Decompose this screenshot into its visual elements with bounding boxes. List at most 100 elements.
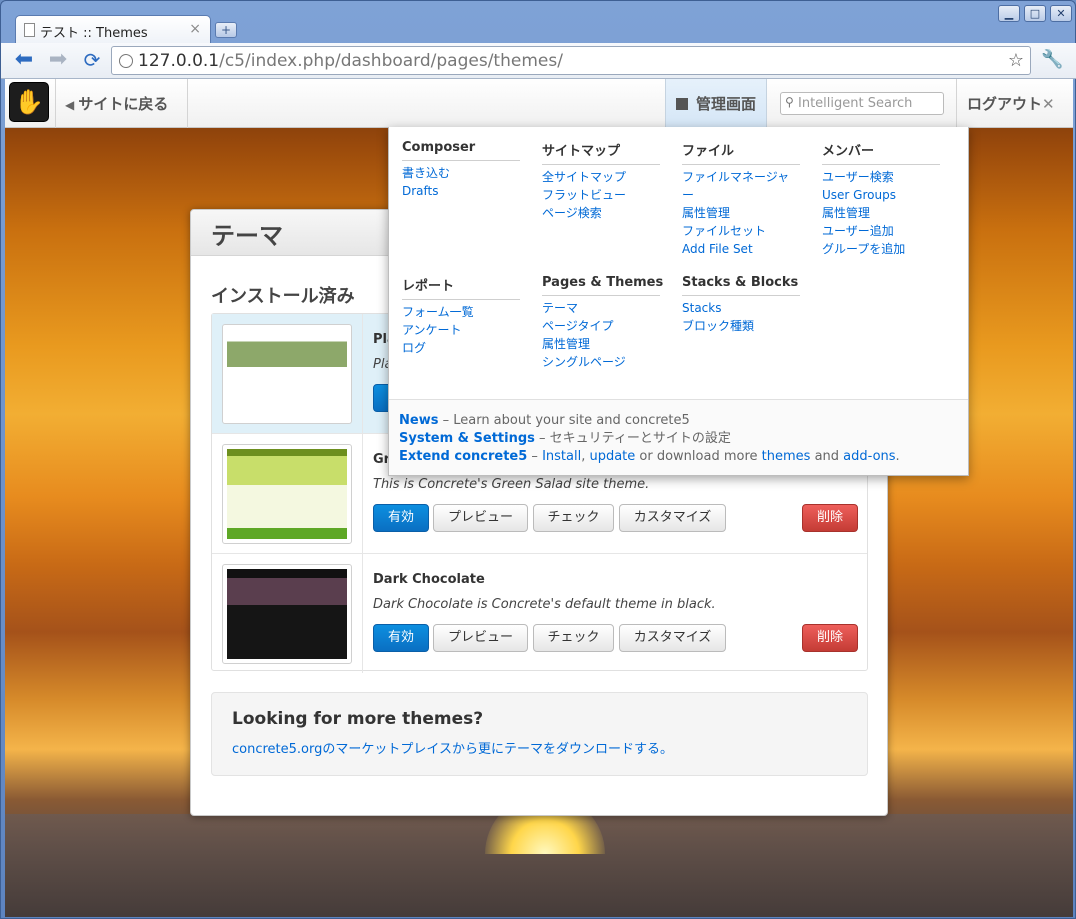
address-bar[interactable]: 127.0.0.1/c5/index.php/dashboard/pages/t… [111, 46, 1031, 75]
menu-group-composer: Composer 書き込む Drafts [402, 140, 520, 200]
remove-button[interactable]: 削除 [802, 504, 858, 532]
menu-item[interactable]: ページタイプ [542, 317, 660, 335]
close-window-button[interactable]: ✕ [1050, 5, 1072, 22]
intelligent-search-input[interactable]: ⚲ Intelligent Search [780, 92, 944, 115]
system-text: – セキュリティーとサイトの設定 [534, 431, 731, 446]
reload-icon[interactable]: ⟳ [79, 49, 105, 73]
inspect-button[interactable]: チェック [533, 504, 614, 532]
concrete5-toolbar: ✋ ◀ サイトに戻る 管理画面 ⚲ Intelligent Search ログア… [5, 79, 1073, 128]
menu-item[interactable]: ユーザー追加 [822, 222, 940, 240]
themes-link[interactable]: themes [762, 449, 811, 464]
inspect-button[interactable]: チェック [533, 624, 614, 652]
menu-item[interactable]: シングルページ [542, 353, 660, 371]
menu-item[interactable]: ページ検索 [542, 204, 660, 222]
close-icon: ✕ [1042, 95, 1055, 113]
menu-group-title: メンバー [822, 140, 940, 165]
concrete5-logo-icon[interactable]: ✋ [9, 82, 49, 122]
browser-tab[interactable]: テスト :: Themes × [15, 15, 211, 45]
menu-group-stacks-blocks: Stacks & Blocks Stacks ブロック種類 [682, 275, 800, 335]
menu-group-title: Pages & Themes [542, 275, 663, 296]
tab-title: テスト :: Themes [40, 26, 148, 41]
menu-item[interactable]: ファイルセット [682, 222, 800, 240]
preview-button[interactable]: プレビュー [433, 624, 528, 652]
extend-link[interactable]: Extend concrete5 [399, 449, 527, 464]
menu-group-reports: レポート フォーム一覧 アンケート ログ [402, 275, 520, 357]
menu-item[interactable]: Add File Set [682, 240, 800, 258]
menu-item[interactable]: Stacks [682, 299, 800, 317]
menu-group-title: Composer [402, 140, 520, 161]
menu-group-files: ファイル ファイルマネージャ ー 属性管理 ファイルセット Add File S… [682, 140, 800, 258]
customize-button[interactable]: カスタマイズ [619, 624, 726, 652]
wrench-icon[interactable]: 🔧 [1041, 49, 1063, 70]
thumbnail-cell [212, 434, 363, 553]
menu-item[interactable]: フォーム一覧 [402, 303, 520, 321]
back-label: サイトに戻る [78, 95, 169, 113]
new-tab-button[interactable]: + [215, 22, 237, 38]
thumbnail-cell [212, 554, 363, 673]
page-viewport: ✋ ◀ サイトに戻る 管理画面 ⚲ Intelligent Search ログア… [5, 79, 1073, 917]
logout-link[interactable]: ログアウト✕ [967, 93, 1055, 114]
back-arrow-icon[interactable]: ⬅ [11, 49, 37, 73]
thumbnail-cell [212, 314, 363, 433]
theme-row: Dark Chocolate Dark Chocolate is Concret… [212, 554, 867, 674]
menu-item[interactable]: 属性管理 [542, 335, 660, 353]
divider [956, 79, 957, 128]
menu-item[interactable]: ファイルマネージャ [682, 168, 800, 186]
extend-line: Extend concrete5 – Install, update or do… [399, 448, 968, 466]
system-line: System & Settings – セキュリティーとサイトの設定 [399, 430, 968, 448]
addons-link[interactable]: add-ons [843, 449, 895, 464]
divider [187, 79, 188, 128]
menu-item[interactable]: 書き込む [402, 164, 520, 182]
menu-item[interactable]: 全サイトマップ [542, 168, 660, 186]
minimize-button[interactable]: ▁ [998, 5, 1020, 22]
menu-item[interactable]: フラットビュー [542, 186, 660, 204]
activate-button[interactable]: 有効 [373, 504, 429, 532]
theme-thumbnail[interactable] [222, 324, 352, 424]
theme-thumbnail[interactable] [222, 444, 352, 544]
menu-item[interactable]: グループを追加 [822, 240, 940, 258]
back-to-site-link[interactable]: ◀ サイトに戻る [65, 93, 168, 114]
more-themes-box: Looking for more themes? concrete5.orgのマ… [211, 692, 868, 776]
menu-group-title: レポート [402, 275, 520, 300]
news-text: – Learn about your site and concrete5 [438, 413, 690, 428]
maximize-button[interactable]: □ [1024, 5, 1046, 22]
dashboard-button[interactable]: 管理画面 [665, 79, 767, 127]
customize-button[interactable]: カスタマイズ [619, 504, 726, 532]
menu-item[interactable]: ー [682, 186, 800, 204]
remove-button[interactable]: 削除 [802, 624, 858, 652]
menu-item[interactable]: 属性管理 [682, 204, 800, 222]
menu-item[interactable]: Drafts [402, 182, 520, 200]
browser-window: テスト :: Themes × + ▁ □ ✕ ⬅ ➡ ⟳ 127.0.0.1/… [0, 0, 1076, 919]
url-path: /c5/index.php/dashboard/pages/themes/ [219, 51, 563, 71]
menu-item[interactable]: ログ [402, 339, 520, 357]
menu-item[interactable]: 属性管理 [822, 204, 940, 222]
theme-thumbnail[interactable] [222, 564, 352, 664]
update-link[interactable]: update [589, 449, 635, 464]
menu-item[interactable]: ユーザー検索 [822, 168, 940, 186]
dark-chocolate-preview [227, 569, 347, 659]
grid-icon [676, 98, 688, 110]
system-settings-link[interactable]: System & Settings [399, 431, 535, 446]
theme-description: This is Concrete's Green Salad site them… [373, 477, 650, 492]
more-themes-heading: Looking for more themes? [232, 709, 484, 729]
menu-item[interactable]: テーマ [542, 299, 660, 317]
activate-button[interactable]: 有効 [373, 624, 429, 652]
forward-arrow-icon[interactable]: ➡ [45, 49, 71, 73]
preview-button[interactable]: プレビュー [433, 504, 528, 532]
dashboard-menu-footer: News – Learn about your site and concret… [389, 399, 968, 475]
bookmark-star-icon[interactable]: ☆ [1008, 50, 1024, 71]
and-text: and [810, 449, 844, 464]
theme-description: Dark Chocolate is Concrete's default the… [373, 597, 716, 612]
news-link[interactable]: News [399, 413, 438, 428]
url-host: 127.0.0.1 [138, 51, 220, 71]
arrow-left-icon: ◀ [65, 98, 79, 112]
dashboard-menu: Composer 書き込む Drafts サイトマップ 全サイトマップ フラット… [388, 127, 969, 476]
marketplace-link[interactable]: concrete5.orgのマーケットプレイスから更にテーマをダウンロードする。 [232, 738, 867, 757]
menu-item[interactable]: ブロック種類 [682, 317, 800, 335]
install-link[interactable]: Install [542, 449, 581, 464]
menu-group-members: メンバー ユーザー検索 User Groups 属性管理 ユーザー追加 グループ… [822, 140, 940, 258]
plain-yogurt-preview [227, 329, 347, 419]
menu-item[interactable]: User Groups [822, 186, 940, 204]
tab-close-icon[interactable]: × [189, 21, 201, 37]
menu-item[interactable]: アンケート [402, 321, 520, 339]
